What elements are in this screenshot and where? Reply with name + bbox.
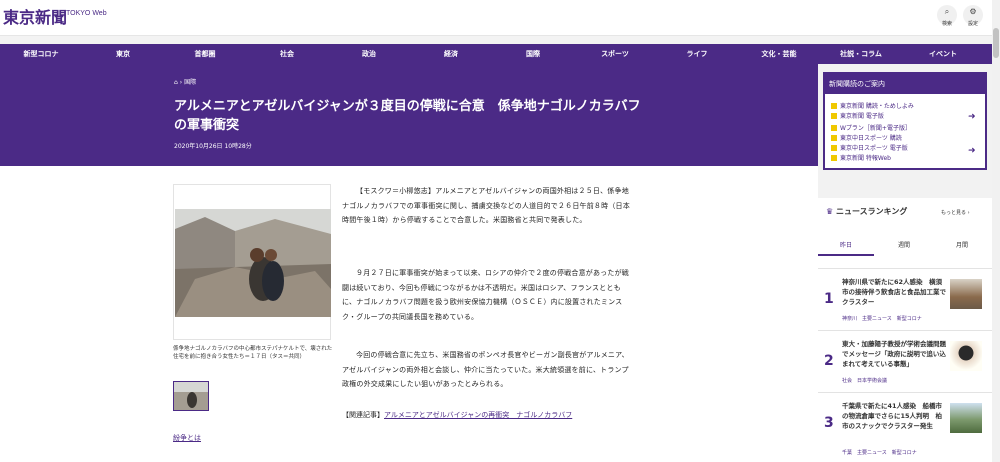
- settings-label: 設定: [967, 21, 978, 27]
- nav-item-world[interactable]: 国際: [492, 44, 574, 64]
- nav-item-politics[interactable]: 政治: [328, 44, 410, 64]
- ranking-text[interactable]: 千葉県で新たに41人感染 船橋市の物流倉庫でさらに15人判明 柏市のスナックでク…: [842, 401, 948, 431]
- top-bar: 東京新聞 TOKYO Web ⌕ 検索 ⚙ 設定: [0, 0, 992, 36]
- article-date: 2020年10月26日 10時28分: [174, 143, 252, 150]
- site-logo[interactable]: 東京新聞: [3, 4, 67, 28]
- nav-item-life[interactable]: ライフ: [656, 44, 738, 64]
- ranking-text[interactable]: 神奈川県で新たに62人感染 横須市の接待伴う飲食店と食品加工業でクラスター: [842, 277, 948, 307]
- ranking-item[interactable]: 3 千葉県で新たに41人感染 船橋市の物流倉庫でさらに15人判明 柏市のスナック…: [818, 392, 992, 456]
- site-logo-web[interactable]: TOKYO Web: [66, 10, 107, 17]
- ranking-more-link[interactable]: もっと見る ›: [941, 209, 970, 216]
- scrollbar-thumb[interactable]: [993, 28, 999, 58]
- nav-item-covid[interactable]: 新型コロナ: [0, 44, 82, 64]
- related-label: 【関連記事】: [342, 411, 384, 419]
- gear-icon[interactable]: ⚙ 設定: [963, 5, 983, 27]
- nav-item-metro[interactable]: 首都圏: [164, 44, 246, 64]
- ranking-item[interactable]: 1 神奈川県で新たに62人感染 横須市の接待伴う飲食店と食品加工業でクラスター …: [818, 268, 992, 330]
- tab-weekly[interactable]: 週間: [876, 236, 932, 256]
- promo-item[interactable]: 東京新聞 購読・ためしよみ: [831, 102, 914, 111]
- login-arrow-icon[interactable]: ➜: [968, 146, 976, 156]
- news-ranking: ♛ ニュースランキング もっと見る › 昨日 週間 月間 1 神奈川県で新たに6…: [818, 198, 992, 462]
- thumbnail-image: [174, 382, 208, 410]
- ranking-text[interactable]: 東大・加藤陽子教授が学術会議問題でメッセージ「政府に説明で追い込まれて考えている…: [842, 339, 948, 369]
- search-label: 検索: [941, 21, 952, 27]
- ranking-thumbnail[interactable]: [950, 341, 982, 371]
- check-icon: [831, 154, 837, 161]
- article-paragraph: ９月２７日に軍事衝突が始まって以来、ロシアの仲介で２度の停戦合意があったが戦闘は…: [342, 269, 629, 321]
- ranking-tags[interactable]: 社会 日本学術会議: [842, 377, 887, 384]
- promo-title: 新聞購読のご案内: [825, 74, 985, 94]
- nav-item-society[interactable]: 社会: [246, 44, 328, 64]
- ranking-tags[interactable]: 神奈川 主要ニュース 新型コロナ: [842, 315, 922, 322]
- photo-caption: 係争地ナゴルノカラバフの中心都市ステパナケルトで、壊された住宅を前に抱き合う女性…: [173, 346, 333, 360]
- article-paragraph: 今回の停戦合意に先立ち、米国務省のポンペオ長官やビーガン副長官がアルメニア、アゼ…: [342, 351, 629, 388]
- subscription-promo: 新聞購読のご案内 東京新聞 購読・ためしよみ 東京新聞 電子版 Wプラン［新聞+…: [823, 72, 987, 170]
- login-arrow-icon[interactable]: ➜: [968, 112, 976, 122]
- nav-item-economy[interactable]: 経済: [410, 44, 492, 64]
- nav-item-event[interactable]: イベント: [902, 44, 984, 64]
- ranking-thumbnail[interactable]: [950, 403, 982, 433]
- tab-yesterday[interactable]: 昨日: [818, 236, 874, 256]
- photo-thumbnail[interactable]: [173, 381, 209, 411]
- nav-item-tokyo[interactable]: 東京: [82, 44, 164, 64]
- promo-item[interactable]: Wプラン［新聞+電子版］: [831, 124, 911, 133]
- nav-item-editorial[interactable]: 社説・コラム: [820, 44, 902, 64]
- related-article: 【関連記事】アルメニアとアゼルバイジャンの再衝突 ナゴルノカラバフ: [342, 410, 572, 420]
- article-headline: アルメニアとアゼルバイジャンが３度目の停戦に合意 係争地ナゴルノカラバフの軍事衝…: [174, 99, 641, 133]
- breadcrumb: ⌂ › 国際: [174, 77, 196, 86]
- breadcrumb-separator: ›: [179, 79, 183, 86]
- funso-link[interactable]: 紛争とは: [173, 433, 201, 443]
- ranking-number: 2: [824, 353, 834, 369]
- check-icon: [831, 144, 837, 151]
- promo-item[interactable]: 東京中日スポーツ 電子版: [831, 144, 908, 153]
- related-link[interactable]: アルメニアとアゼルバイジャンの再衝突 ナゴルノカラバフ: [384, 411, 572, 419]
- breadcrumb-category[interactable]: 国際: [184, 79, 196, 86]
- main-nav: 新型コロナ 東京 首都圏 社会 政治 経済 国際 スポーツ ライフ 文化・芸能 …: [0, 44, 992, 64]
- top-divider: [0, 36, 992, 44]
- nav-item-culture[interactable]: 文化・芸能: [738, 44, 820, 64]
- check-icon: [831, 134, 837, 141]
- tab-monthly[interactable]: 月間: [934, 236, 990, 256]
- home-icon[interactable]: ⌂: [174, 79, 178, 86]
- check-icon: [831, 112, 837, 119]
- ranking-thumbnail[interactable]: [950, 279, 982, 309]
- article-paragraph: 【モスクワ＝小柳悠志】アルメニアとアゼルバイジャンの両国外相は２５日、係争地ナゴ…: [342, 187, 630, 224]
- ranking-number: 3: [824, 415, 834, 431]
- ranking-item[interactable]: 2 東大・加藤陽子教授が学術会議問題でメッセージ「政府に説明で追い込まれて考えて…: [818, 330, 992, 392]
- article-photo[interactable]: [175, 209, 331, 317]
- scrollbar[interactable]: [992, 0, 1000, 462]
- promo-item[interactable]: 東京中日スポーツ 購読: [831, 134, 902, 143]
- check-icon: [831, 124, 837, 131]
- ranking-title: ♛ ニュースランキング: [826, 207, 908, 216]
- check-icon: [831, 102, 837, 109]
- ranking-number: 1: [824, 291, 834, 307]
- article-photo-frame: [173, 184, 331, 340]
- search-icon[interactable]: ⌕ 検索: [937, 5, 957, 27]
- promo-item[interactable]: 東京新聞 特報Web: [831, 154, 891, 163]
- crown-icon: ♛: [826, 207, 836, 216]
- promo-item[interactable]: 東京新聞 電子版: [831, 112, 884, 121]
- nav-item-sports[interactable]: スポーツ: [574, 44, 656, 64]
- ranking-tags[interactable]: 千葉 主要ニュース 新型コロナ: [842, 449, 917, 456]
